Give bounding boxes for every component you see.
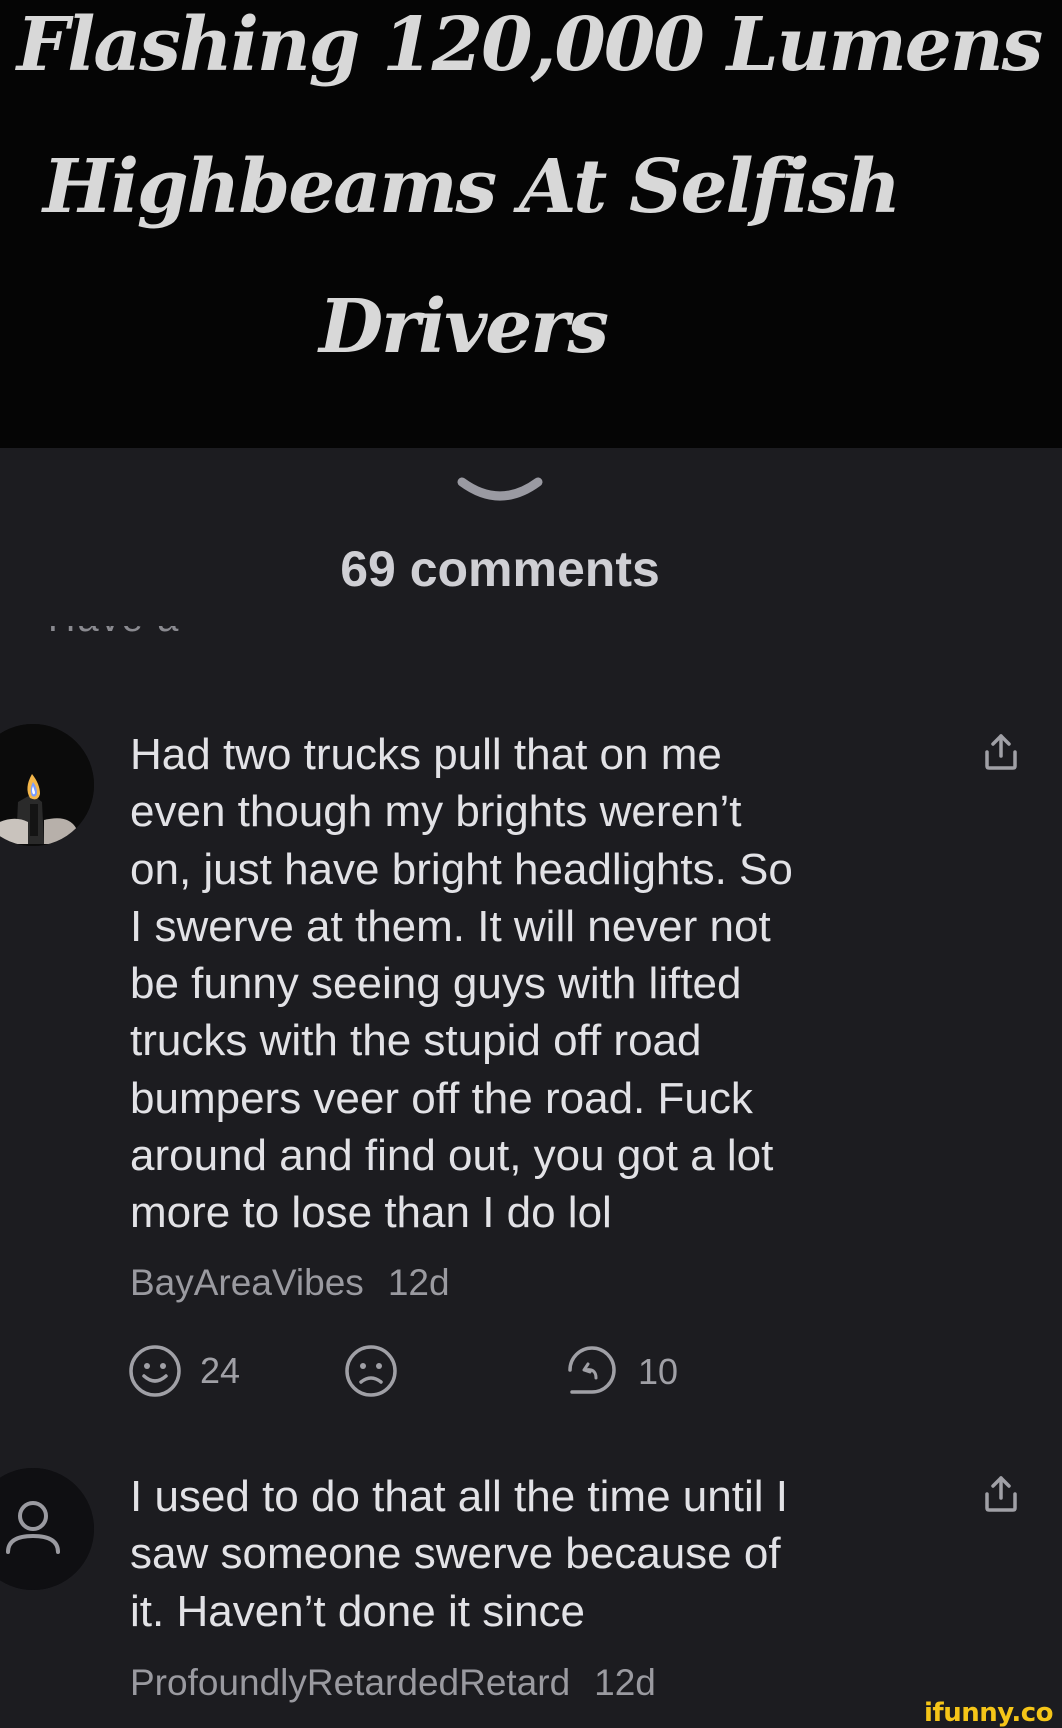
ifunny-watermark: ifunny.co bbox=[924, 1698, 1053, 1728]
like-button[interactable]: 24 bbox=[128, 1344, 240, 1398]
dislike-button[interactable] bbox=[344, 1344, 398, 1398]
reply-button[interactable]: 10 bbox=[564, 1344, 678, 1400]
comments-count-title: 69 comments bbox=[340, 541, 660, 597]
comment-meta: BayAreaVibes 12d bbox=[130, 1262, 450, 1304]
meme-caption-line-1: Flashing 120,000 Lumens bbox=[16, 2, 1044, 88]
meme-caption-line-3: Drivers bbox=[319, 284, 609, 370]
comment-text: Had two trucks pull that on me even thou… bbox=[130, 730, 793, 1238]
frown-icon bbox=[345, 1345, 397, 1397]
like-count: 24 bbox=[200, 1350, 241, 1391]
comment-age: 12d bbox=[387, 1262, 450, 1303]
smile-icon bbox=[129, 1345, 181, 1397]
reply-icon bbox=[568, 1346, 616, 1394]
comment-age: 12d bbox=[594, 1662, 656, 1703]
share-icon[interactable] bbox=[980, 730, 1022, 774]
comment-text: I used to do that all the time until I s… bbox=[130, 1472, 788, 1636]
partial-hidden-text: Have a comment bbox=[48, 626, 348, 640]
comment-username[interactable]: BayAreaVibes bbox=[130, 1262, 364, 1303]
comment-meta: ProfoundlyRetardedRetard 12d bbox=[130, 1662, 656, 1704]
meme-image: Flashing 120,000 Lumens Highbeams At Sel… bbox=[0, 0, 1062, 448]
meme-caption-line-2: Highbeams At Selfish bbox=[42, 144, 901, 230]
chevron-down-icon[interactable] bbox=[452, 472, 548, 512]
reply-count: 10 bbox=[638, 1351, 679, 1392]
comment-username[interactable]: ProfoundlyRetardedRetard bbox=[130, 1662, 570, 1703]
share-icon[interactable] bbox=[980, 1472, 1022, 1516]
